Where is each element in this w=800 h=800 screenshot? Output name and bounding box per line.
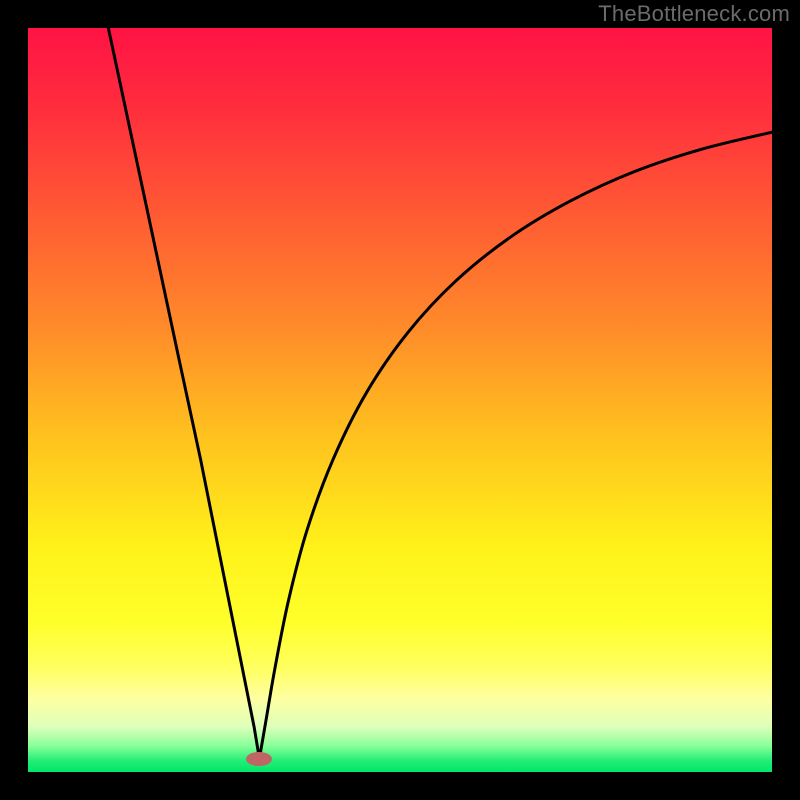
chart-frame: TheBottleneck.com [0,0,800,800]
bottleneck-curve-path [108,28,772,759]
plot-area [28,28,772,772]
curve-svg [28,28,772,772]
watermark-text: TheBottleneck.com [598,1,790,27]
optimal-marker [246,752,272,766]
